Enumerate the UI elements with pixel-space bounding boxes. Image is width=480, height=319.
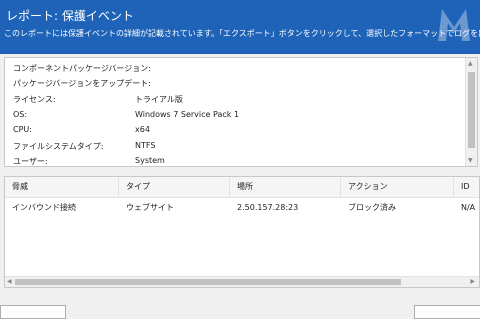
page-subtitle: このレポートには保護イベントの詳細が記載されています。「エクスポート」ボタンをク…: [4, 29, 480, 38]
table-row[interactable]: インバウンド接続 ウェブサイト 2.50.157.28:23 ブロック済み N/…: [5, 199, 479, 217]
detail-value: x64: [135, 125, 150, 134]
scroll-thumb[interactable]: [468, 72, 475, 148]
detail-label: パッケージバージョンをアップデート:: [13, 79, 151, 88]
detail-label: ユーザー:: [13, 157, 48, 166]
detail-label: ライセンス:: [13, 95, 56, 104]
detail-label: ファイルシステムタイプ:: [13, 142, 104, 151]
column-header-id[interactable]: ID: [454, 177, 479, 197]
events-table: 脅威 タイプ 場所 アクション ID インバウンド接続 ウェブサイト 2.50.…: [4, 176, 480, 288]
detail-value: トライアル版: [135, 95, 183, 104]
details-vertical-scrollbar[interactable]: ▲ ▼: [465, 58, 477, 166]
bottom-left-button[interactable]: [0, 305, 66, 319]
page-title: レポート: 保護イベント: [6, 9, 134, 23]
report-header: レポート: 保護イベント このレポートには保護イベントの詳細が記載されています。…: [0, 0, 480, 54]
table-header: 脅威 タイプ 場所 アクション ID: [5, 177, 479, 198]
detail-value: Windows 7 Service Pack 1: [135, 110, 240, 119]
column-header-location[interactable]: 場所: [230, 177, 341, 197]
cell-threat: インバウンド接続: [12, 203, 76, 212]
detail-label: CPU:: [13, 125, 32, 134]
cell-type: ウェブサイト: [126, 203, 174, 212]
scroll-thumb[interactable]: [15, 279, 401, 285]
detail-label: OS:: [13, 110, 28, 119]
cell-location: 2.50.157.28:23: [237, 203, 299, 212]
column-header-threat[interactable]: 脅威: [5, 177, 119, 197]
bottom-right-button[interactable]: [414, 305, 480, 319]
cell-id: N/A: [461, 203, 476, 212]
column-header-type[interactable]: タイプ: [119, 177, 230, 197]
detail-value: NTFS: [135, 141, 156, 150]
scroll-up-icon[interactable]: ▲: [468, 60, 473, 67]
scroll-left-icon[interactable]: ◀: [7, 277, 12, 287]
details-panel: コンポーネントパッケージバージョン: パッケージバージョンをアップデート: ライ…: [4, 57, 478, 167]
detail-label: コンポーネントパッケージバージョン:: [13, 64, 151, 73]
malwarebytes-logo-icon: [432, 3, 476, 51]
scroll-right-icon[interactable]: ▶: [470, 277, 475, 287]
cell-action: ブロック済み: [348, 203, 396, 212]
column-header-action[interactable]: アクション: [341, 177, 454, 197]
detail-value: System: [135, 156, 165, 165]
scroll-down-icon[interactable]: ▼: [468, 157, 473, 164]
events-horizontal-scrollbar[interactable]: ◀ ▶: [5, 276, 479, 287]
